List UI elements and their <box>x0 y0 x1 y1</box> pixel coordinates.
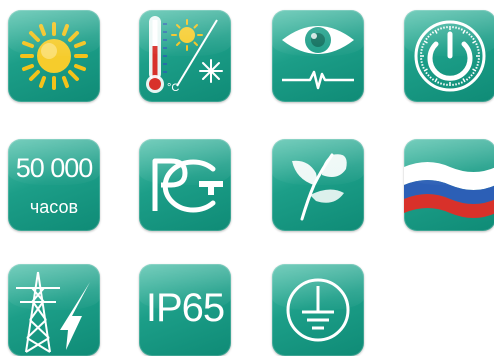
snowflake-icon <box>200 60 222 82</box>
ip-rating-label: IP65 <box>139 286 231 331</box>
clock-tick <box>423 44 425 45</box>
lifetime-hours-tile: 50 000 часов <box>8 139 100 231</box>
pct-certification-tile <box>139 139 231 231</box>
russian-flag-icon <box>404 139 494 231</box>
clock-tick <box>438 82 439 84</box>
clock-tick <box>424 69 427 71</box>
clock-tick <box>473 72 475 73</box>
clock-tick <box>435 30 437 33</box>
clock-tick <box>441 83 442 85</box>
clock-tick <box>463 79 465 82</box>
clock-tick <box>421 47 423 48</box>
thermometer-weather-icon <box>139 10 231 102</box>
clock-tick <box>435 79 437 82</box>
power-timer-tile <box>404 10 494 102</box>
clock-tick <box>441 27 442 29</box>
power-timer-icon <box>404 10 494 102</box>
temperature-unit-label: °C <box>167 82 179 94</box>
clock-tick <box>473 69 476 71</box>
leaf-eco-icon <box>272 139 364 231</box>
clock-tick <box>430 34 431 35</box>
clock-tick <box>477 65 479 66</box>
sun-icon <box>8 10 100 102</box>
clock-tick <box>421 65 423 66</box>
power-line-lightning-tile <box>8 264 100 356</box>
clock-tick <box>471 36 472 37</box>
clock-tick <box>473 41 476 43</box>
clock-tick <box>469 34 470 35</box>
clock-tick <box>473 38 475 39</box>
clock-tick <box>461 82 462 84</box>
eye-pulse-icon <box>272 10 364 102</box>
clock-tick <box>423 67 425 68</box>
clock-tick <box>476 67 478 68</box>
pct-certification-icon <box>139 139 231 231</box>
ip-rating-tile: IP65 <box>139 264 231 356</box>
clock-tick <box>477 47 479 48</box>
russian-flag-tile <box>404 139 494 231</box>
clock-tick <box>432 79 433 81</box>
clock-tick <box>466 32 467 34</box>
leaf-eco-tile <box>272 139 364 231</box>
clock-tick <box>424 41 427 43</box>
clock-tick <box>471 75 472 76</box>
clock-tick <box>469 77 470 78</box>
clock-tick <box>461 29 462 31</box>
sun-tile <box>8 10 100 102</box>
clock-tick <box>466 79 467 81</box>
clock-tick <box>438 29 439 31</box>
clock-tick <box>459 83 460 85</box>
power-line-lightning-icon <box>8 264 100 356</box>
ground-symbol-icon <box>272 264 364 356</box>
lifetime-hours-value: 50 000 <box>8 153 100 184</box>
lifetime-hours-unit: часов <box>8 197 100 218</box>
clock-tick <box>476 44 478 45</box>
clock-tick <box>428 75 429 76</box>
clock-tick <box>426 38 428 39</box>
clock-tick <box>426 72 428 73</box>
eye-pulse-tile <box>272 10 364 102</box>
clock-tick <box>428 36 429 37</box>
clock-tick <box>463 30 465 33</box>
ground-symbol-tile <box>272 264 364 356</box>
clock-tick <box>459 27 460 29</box>
clock-tick <box>430 77 431 78</box>
thermometer-weather-tile: °C <box>139 10 231 102</box>
clock-tick <box>432 32 433 34</box>
